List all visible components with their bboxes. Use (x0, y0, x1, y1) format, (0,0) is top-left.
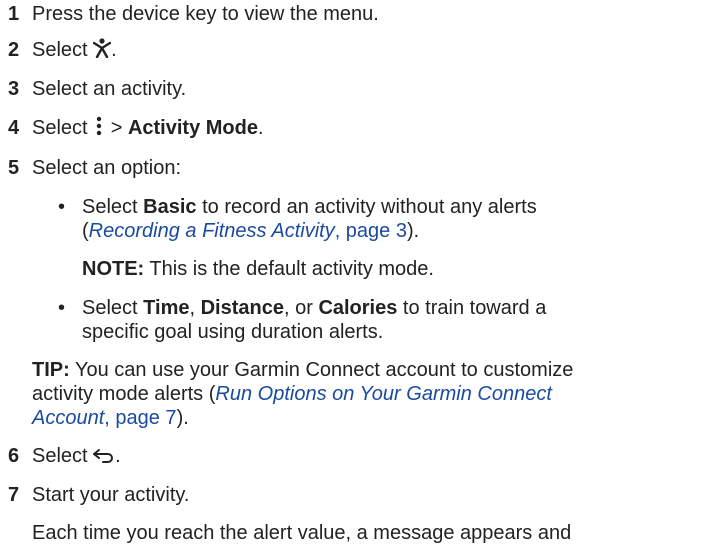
step-text-after: . (115, 445, 121, 467)
calories-label: Calories (318, 297, 398, 319)
step-text: Select an option: (32, 157, 181, 179)
step-number: 2 (8, 39, 20, 61)
link-page-ref[interactable]: , page 3 (335, 220, 407, 242)
option-basic-after: to record an activity without any alerts (196, 196, 537, 218)
activity-person-icon (92, 38, 112, 64)
option-goal-text: Select Time, Distance, or Calories to tr… (82, 296, 546, 320)
step-number: 3 (8, 78, 20, 100)
option-basic-text: Select Basic to record an activity witho… (82, 195, 537, 219)
step-text: Start your activity. (32, 484, 190, 506)
step-number: 1 (8, 3, 20, 25)
step-text: Select . (32, 38, 117, 64)
step-text-mid: > (105, 117, 128, 139)
step-number: 7 (8, 484, 20, 506)
tip-text: activity mode alerts ( (32, 383, 216, 405)
step-text-before: Select (32, 117, 94, 139)
step-text-after: . (111, 39, 117, 61)
result-line1: Each time you reach the alert value, a m… (32, 522, 572, 544)
activity-mode-label: Activity Mode (127, 117, 258, 139)
tip-text: You can use your Garmin Connect account … (69, 359, 574, 381)
separator: , (189, 297, 201, 319)
option-goal-line2: specific goal using duration alerts. (82, 321, 384, 343)
step-number: 6 (8, 445, 20, 467)
vertical-dots-menu-icon (93, 116, 105, 142)
step-text: Select > Activity Mode. (32, 116, 264, 142)
open-paren: ( (82, 220, 89, 242)
step-text: Press the device key to view the menu. (32, 3, 379, 25)
bullet: • (58, 196, 66, 218)
note-text: This is the default activity mode. (144, 258, 434, 280)
tip-label: TIP: (32, 359, 70, 381)
back-arrow-icon (93, 446, 115, 470)
step-number: 4 (8, 117, 20, 139)
recording-fitness-activity-link[interactable]: Recording a Fitness Activity (89, 220, 335, 242)
run-options-link[interactable]: Run Options on Your Garmin Connect (215, 383, 551, 405)
separator: , or (283, 297, 319, 319)
option-goal-after: to train toward a (397, 297, 547, 319)
close-paren: ). (176, 407, 189, 429)
run-options-link-cont[interactable]: Account (32, 407, 104, 429)
bullet: • (58, 297, 66, 319)
option-goal-before: Select (82, 297, 144, 319)
tip-line3: Account, page 7). (32, 406, 189, 430)
step-number: 5 (8, 157, 20, 179)
link-page-ref[interactable]: , page 7 (104, 407, 176, 429)
option-basic-line2: (Recording a Fitness Activity, page 3). (82, 219, 419, 243)
tip-line1: TIP: You can use your Garmin Connect acc… (32, 358, 573, 382)
time-label: Time (143, 297, 190, 319)
note-label: NOTE: (82, 258, 145, 280)
tip-line2: activity mode alerts (Run Options on You… (32, 382, 552, 406)
step-text: Select an activity. (32, 78, 187, 100)
note: NOTE: This is the default activity mode. (82, 257, 434, 281)
option-basic-before: Select (82, 196, 144, 218)
step-text-before: Select (32, 445, 94, 467)
close-paren: ). (406, 220, 420, 242)
step-text-after: . (257, 117, 264, 139)
distance-label: Distance (200, 297, 284, 319)
step-text: Select . (32, 444, 121, 470)
step-text-before: Select (32, 39, 94, 61)
basic-label: Basic (143, 196, 197, 218)
